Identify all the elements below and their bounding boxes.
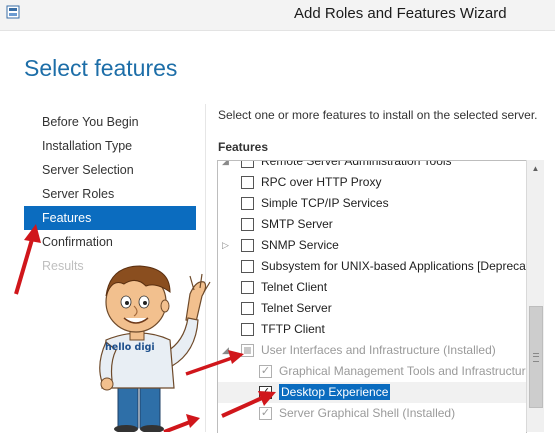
page-title: Select features [24, 55, 178, 81]
features-scrollbar[interactable]: ▲ [526, 160, 544, 432]
feature-label: Remote Server Administration Tools [261, 160, 452, 168]
feature-checkbox[interactable]: ✓ [259, 365, 272, 378]
feature-row[interactable]: ◢ User Interfaces and Infrastructure (In… [218, 340, 526, 361]
feature-checkbox[interactable]: ✓ [259, 407, 272, 420]
feature-label: Graphical Management Tools and Infrastru… [279, 364, 527, 378]
expand-icon[interactable]: ▷ [222, 235, 232, 256]
feature-label: Desktop Experience [279, 384, 391, 400]
window-title: Add Roles and Features Wizard [294, 5, 507, 22]
expand-icon[interactable]: ◢ [222, 161, 232, 172]
feature-label: TFTP Client [261, 322, 325, 336]
step-confirmation[interactable]: Confirmation [24, 230, 196, 254]
feature-label: RPC over HTTP Proxy [261, 175, 382, 189]
feature-row[interactable]: ✓ Graphical Management Tools and Infrast… [218, 361, 526, 382]
step-installation-type[interactable]: Installation Type [24, 134, 196, 158]
feature-label: Telnet Client [261, 280, 328, 294]
feature-row[interactable]: Simple TCP/IP Services [218, 193, 526, 214]
wizard-steps-nav: Before You Begin Installation Type Serve… [24, 110, 196, 278]
title-bar: Add Roles and Features Wizard [0, 0, 555, 31]
feature-row[interactable]: SMTP Server [218, 214, 526, 235]
feature-label: Server Graphical Shell (Installed) [279, 406, 456, 420]
feature-label: SMTP Server [261, 217, 333, 231]
feature-label: Subsystem for UNIX-based Applications [D… [261, 259, 527, 273]
feature-row[interactable]: ◢ Remote Server Administration Tools [218, 160, 526, 172]
mascot-shirt-text: hello digi [105, 342, 155, 353]
red-arrow-icon [163, 414, 200, 432]
step-results: Results [42, 259, 84, 273]
scroll-up-arrow-icon[interactable]: ▲ [527, 160, 544, 177]
grip-icon [533, 353, 539, 362]
feature-checkbox[interactable] [241, 302, 254, 315]
step-server-roles[interactable]: Server Roles [24, 182, 196, 206]
feature-checkbox[interactable] [241, 197, 254, 210]
collapse-icon[interactable]: ◢ [222, 340, 232, 361]
feature-checkbox[interactable] [241, 176, 254, 189]
feature-label: User Interfaces and Infrastructure (Inst… [261, 343, 496, 357]
feature-row[interactable]: RPC over HTTP Proxy [218, 172, 526, 193]
feature-checkbox[interactable] [241, 281, 254, 294]
instruction-text: Select one or more features to install o… [218, 108, 538, 122]
feature-checkbox[interactable] [241, 218, 254, 231]
scroll-thumb[interactable] [529, 306, 543, 408]
feature-row-selected[interactable]: ✓ Desktop Experience [218, 382, 526, 403]
feature-checkbox[interactable] [241, 260, 254, 273]
step-before-you-begin[interactable]: Before You Begin [24, 110, 196, 134]
feature-label: Simple TCP/IP Services [261, 196, 389, 210]
feature-checkbox[interactable] [241, 323, 254, 336]
server-manager-icon [6, 5, 20, 19]
feature-row[interactable]: ▷ SNMP Service [218, 235, 526, 256]
panel-divider [205, 104, 206, 432]
feature-row[interactable]: Telnet Client [218, 277, 526, 298]
feature-checkbox[interactable] [241, 239, 254, 252]
feature-row[interactable]: TFTP Client [218, 319, 526, 340]
feature-label: SNMP Service [261, 238, 339, 252]
features-heading: Features [218, 140, 269, 154]
feature-checkbox[interactable] [241, 161, 254, 168]
feature-row[interactable]: Telnet Server [218, 298, 526, 319]
feature-checkbox[interactable] [241, 344, 254, 357]
feature-checkbox[interactable]: ✓ [259, 386, 272, 399]
step-server-selection[interactable]: Server Selection [24, 158, 196, 182]
feature-row[interactable]: Subsystem for UNIX-based Applications [D… [218, 256, 526, 277]
features-tree[interactable]: ◢ Remote Server Administration Tools RPC… [217, 160, 527, 433]
feature-row[interactable]: ✓ Server Graphical Shell (Installed) [218, 403, 526, 424]
feature-label: Telnet Server [261, 301, 332, 315]
step-features[interactable]: Features [24, 206, 196, 230]
